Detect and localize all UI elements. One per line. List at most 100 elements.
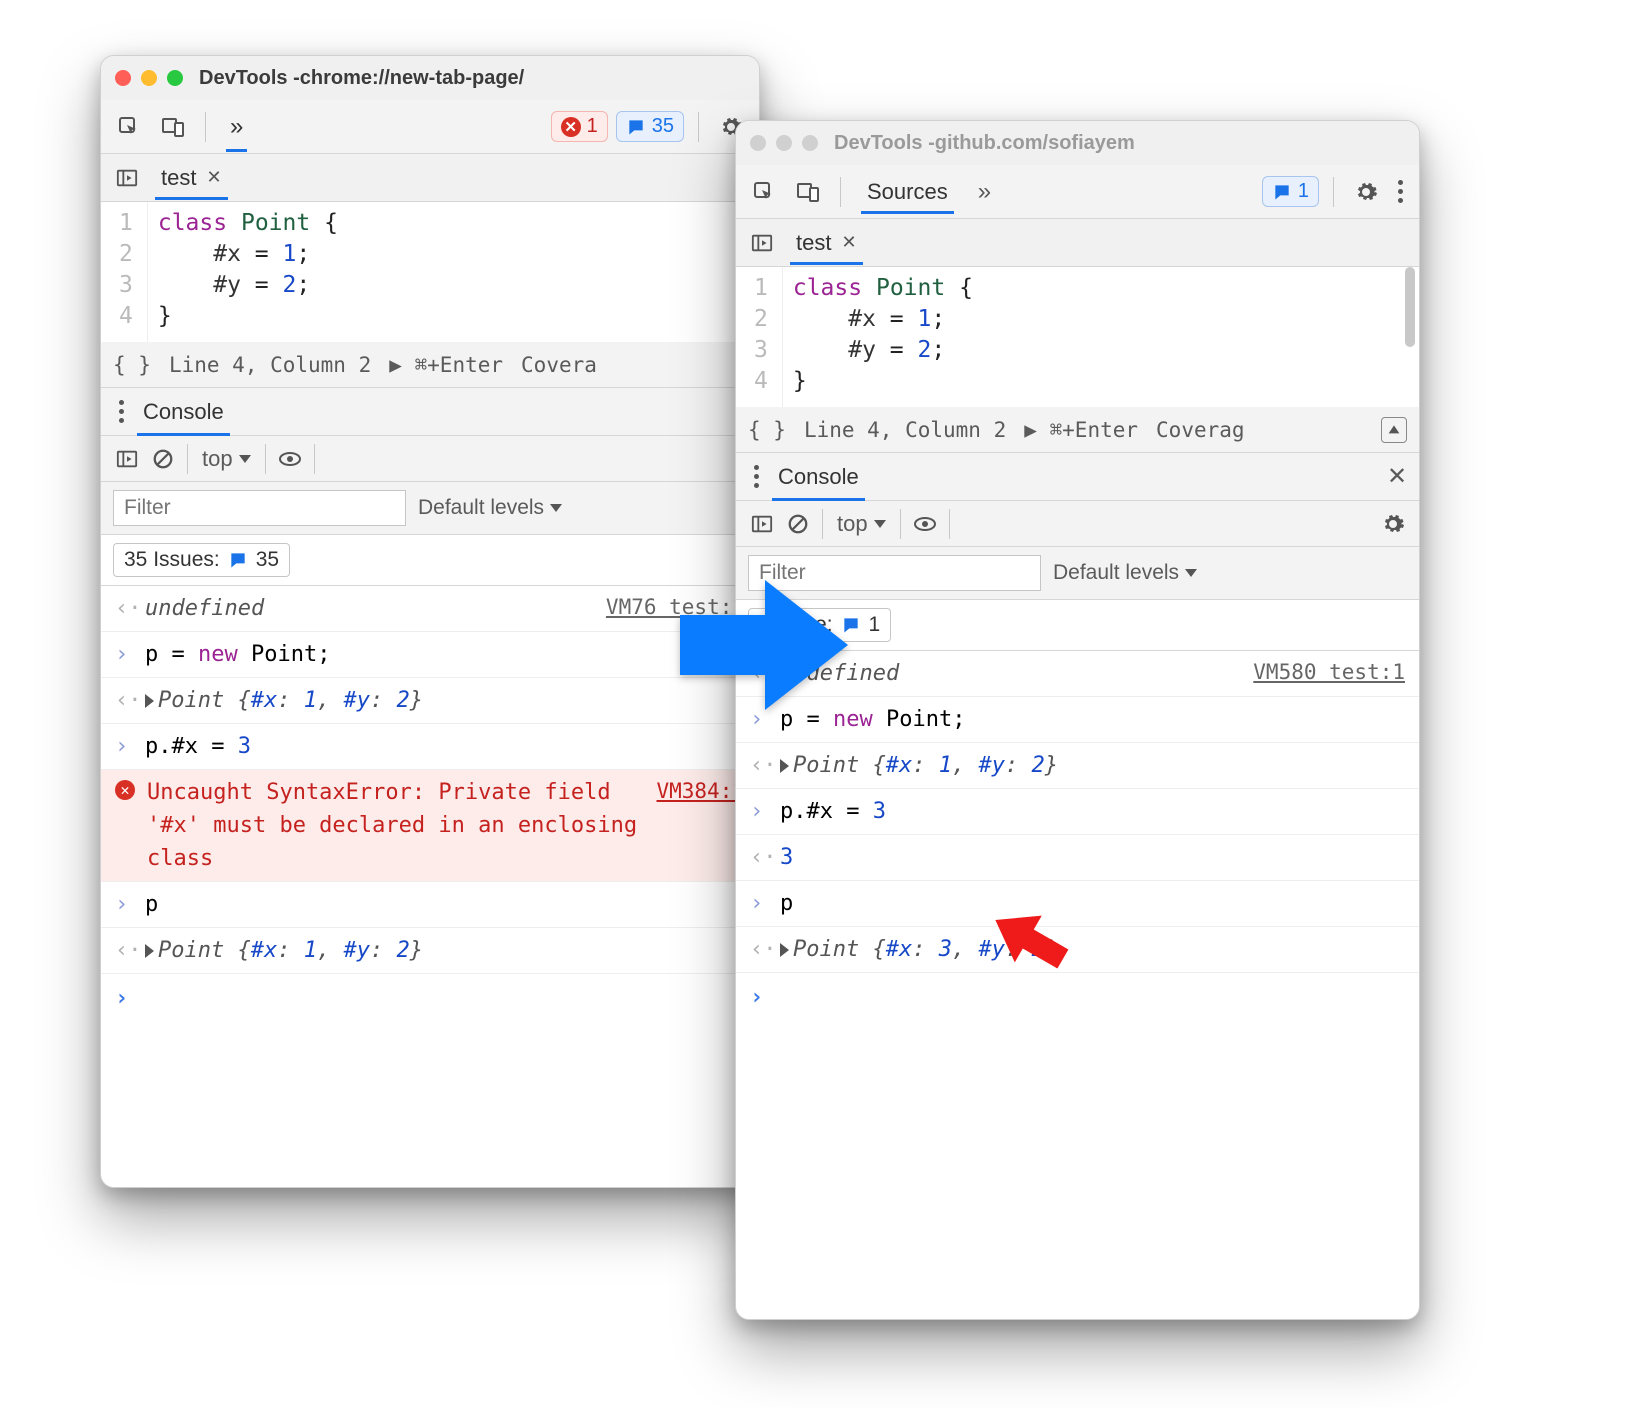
- traffic-lights[interactable]: [750, 135, 818, 151]
- coverage-label[interactable]: Coverag: [1156, 418, 1245, 442]
- output-caret-icon: ‹·: [750, 841, 768, 874]
- live-expression-icon[interactable]: [272, 441, 308, 477]
- device-toggle-icon[interactable]: [155, 109, 191, 145]
- log-source-link[interactable]: VM384:1: [656, 776, 745, 808]
- kebab-menu-icon[interactable]: [1392, 180, 1409, 203]
- expand-icon[interactable]: [145, 694, 154, 708]
- clear-console-icon[interactable]: [780, 506, 816, 542]
- log-value: undefined: [145, 592, 594, 625]
- close-drawer-icon[interactable]: ✕: [1379, 459, 1415, 495]
- issues-row: 35 Issues: 35: [101, 535, 759, 586]
- separator: [840, 177, 841, 207]
- console-tab[interactable]: Console: [766, 454, 871, 500]
- input-caret-icon: ›: [115, 730, 133, 763]
- settings-icon[interactable]: [1348, 174, 1384, 210]
- window-title-app: DevTools -: [199, 67, 300, 90]
- issues-button[interactable]: 35 Issues: 35: [113, 543, 290, 577]
- log-input-row[interactable]: › p.#x = 3: [101, 724, 759, 770]
- output-caret-icon: ‹·: [115, 684, 133, 717]
- console-filter-row: Default levels: [101, 482, 759, 535]
- minimize-icon[interactable]: [776, 135, 792, 151]
- inspect-icon[interactable]: [111, 109, 147, 145]
- toggle-navigator-icon[interactable]: [109, 160, 145, 196]
- separator: [698, 112, 699, 142]
- execution-context-select[interactable]: top: [829, 509, 894, 539]
- expand-icon[interactable]: [780, 759, 789, 773]
- log-output-row[interactable]: ‹· undefined VM76 test:1: [101, 586, 759, 632]
- log-error-row[interactable]: ✕ Uncaught SyntaxError: Private field '#…: [101, 770, 759, 882]
- log-input-row[interactable]: › p: [101, 882, 759, 928]
- inspect-icon[interactable]: [746, 174, 782, 210]
- more-tabs-button[interactable]: »: [220, 103, 253, 151]
- scrollbar[interactable]: [1405, 267, 1415, 347]
- log-input-row[interactable]: › p.#x = 3: [736, 789, 1419, 835]
- log-source-link[interactable]: VM580 test:1: [1253, 657, 1405, 689]
- console-toolbar: top: [736, 501, 1419, 547]
- source-file-tab[interactable]: test ✕: [149, 157, 234, 199]
- clear-console-icon[interactable]: [145, 441, 181, 477]
- console-tab[interactable]: Console: [131, 389, 236, 435]
- errors-badge[interactable]: ✕ 1: [551, 111, 608, 142]
- log-output-row[interactable]: ‹· Point {#x: 1, #y: 2}: [736, 743, 1419, 789]
- code-editor[interactable]: 1 2 3 4 class Point { #x = 1; #y = 2; }: [736, 267, 1419, 407]
- code-body[interactable]: class Point { #x = 1; #y = 2; }: [148, 202, 348, 342]
- collapse-icon[interactable]: [1381, 417, 1407, 443]
- close-tab-icon[interactable]: ✕: [841, 232, 856, 253]
- sidebar-toggle-icon[interactable]: [744, 506, 780, 542]
- run-snippet-button[interactable]: ▶ ⌘+Enter: [1024, 418, 1138, 442]
- minimize-icon[interactable]: [141, 70, 157, 86]
- console-filter-input[interactable]: [113, 490, 406, 526]
- sidebar-toggle-icon[interactable]: [109, 441, 145, 477]
- code-editor[interactable]: 1 2 3 4 class Point { #x = 1; #y = 2; }: [101, 202, 759, 342]
- source-file-tab[interactable]: test ✕: [784, 222, 869, 264]
- tab-sources[interactable]: Sources: [855, 171, 960, 213]
- input-caret-icon: ›: [115, 888, 133, 921]
- log-output-row[interactable]: ‹· Point {#x: 1, #y: 2}: [101, 678, 759, 724]
- maximize-icon[interactable]: [802, 135, 818, 151]
- log-levels-select[interactable]: Default levels: [1053, 561, 1197, 585]
- expand-icon[interactable]: [780, 943, 789, 957]
- log-value: p: [780, 887, 1405, 920]
- console-prompt[interactable]: ›: [101, 974, 759, 1023]
- drawer-header: Console ✕: [736, 453, 1419, 501]
- more-tabs-button[interactable]: »: [968, 178, 1001, 206]
- issues-label: 35 Issues:: [124, 548, 220, 572]
- console-prompt[interactable]: ›: [736, 973, 1419, 1022]
- console-settings-icon[interactable]: [1375, 506, 1411, 542]
- console-toolbar: top: [101, 436, 759, 482]
- close-icon[interactable]: [750, 135, 766, 151]
- format-icon[interactable]: { }: [748, 418, 786, 442]
- coverage-label[interactable]: Covera: [521, 353, 597, 377]
- drawer-menu-icon[interactable]: [111, 400, 131, 423]
- log-input-row[interactable]: › p: [736, 881, 1419, 927]
- messages-badge[interactable]: 35: [616, 111, 684, 142]
- input-caret-icon: ›: [750, 887, 768, 920]
- output-caret-icon: ‹·: [750, 933, 768, 966]
- console-log[interactable]: ‹· undefined VM76 test:1 › p = new Point…: [101, 586, 759, 1023]
- prompt-caret-icon: ›: [750, 981, 763, 1014]
- log-levels-select[interactable]: Default levels: [418, 496, 562, 520]
- input-caret-icon: ›: [115, 638, 133, 671]
- maximize-icon[interactable]: [167, 70, 183, 86]
- code-body[interactable]: class Point { #x = 1; #y = 2; }: [783, 267, 983, 407]
- messages-badge[interactable]: 1: [1262, 176, 1319, 207]
- error-message: Uncaught SyntaxError: Private field '#x'…: [147, 776, 644, 875]
- error-icon: ✕: [561, 117, 581, 137]
- tab-file-name: test: [161, 165, 196, 191]
- drawer-menu-icon[interactable]: [746, 465, 766, 488]
- live-expression-icon[interactable]: [907, 506, 943, 542]
- log-input-row[interactable]: › p = new Point;: [101, 632, 759, 678]
- format-icon[interactable]: { }: [113, 353, 151, 377]
- traffic-lights[interactable]: [115, 70, 183, 86]
- log-output-row[interactable]: ‹· Point {#x: 1, #y: 2}: [101, 928, 759, 974]
- run-snippet-button[interactable]: ▶ ⌘+Enter: [389, 353, 503, 377]
- close-tab-icon[interactable]: ✕: [206, 167, 221, 188]
- toggle-navigator-icon[interactable]: [744, 225, 780, 261]
- transition-arrow-icon: [680, 570, 850, 720]
- close-icon[interactable]: [115, 70, 131, 86]
- devtools-window-before: DevTools - chrome://new-tab-page/ » ✕ 1 …: [100, 55, 760, 1188]
- expand-icon[interactable]: [145, 944, 154, 958]
- execution-context-select[interactable]: top: [194, 444, 259, 474]
- device-toggle-icon[interactable]: [790, 174, 826, 210]
- log-output-row[interactable]: ‹· 3: [736, 835, 1419, 881]
